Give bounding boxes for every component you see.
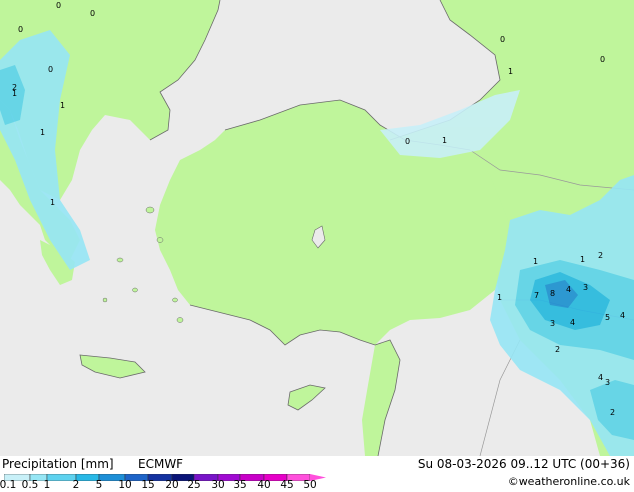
legend-tick-label: 0.1 [0,479,17,491]
value-label: 0 [56,1,61,10]
legend-tick-label: 50 [303,479,317,491]
value-label: 0 [18,25,23,34]
value-label: 1 [60,101,65,110]
value-label: 0 [600,55,605,64]
value-label: 1 [497,293,502,302]
value-label: 1 [508,67,513,76]
value-label: 4 [598,373,603,382]
model-name: ECMWF [138,457,184,471]
legend-tick-label: 45 [280,479,294,491]
legend-tick-label: 35 [233,479,247,491]
value-label: 2 [610,408,615,417]
legend-tick-label: 2 [72,479,80,491]
value-label: 2 [555,345,560,354]
legend-tick-label: 1 [43,479,51,491]
value-label: 1 [40,128,45,137]
legend-tick-label: 20 [165,479,179,491]
value-label: 4 [566,285,571,294]
valid-time: Su 08-03-2026 09..12 UTC (00+36) [417,457,630,471]
value-label: 3 [605,378,610,387]
value-label: 8 [550,289,555,298]
value-label: 7 [534,291,539,300]
value-label: 1 [50,198,55,207]
value-label: 5 [605,313,610,322]
legend-tick-label: 30 [211,479,225,491]
legend-ticks: 0.1 0.5 1 2 5 10 15 20 25 30 35 40 45 50 [0,480,634,492]
map-title: Precipitation [mm] [2,457,114,471]
value-label: 1 [442,136,447,145]
legend-tick-label: 5 [95,479,103,491]
legend-tick-label: 0.5 [21,479,39,491]
value-label: 0 [90,9,95,18]
value-label: 2 [12,83,17,92]
value-label: 1 [533,257,538,266]
legend-tick-label: 15 [141,479,155,491]
value-label: 2 [598,251,603,260]
value-label: 0 [405,137,410,146]
value-label: 4 [570,318,575,327]
legend-tick-label: 10 [118,479,132,491]
value-label: 0 [500,35,505,44]
precipitation-map: 0 0 0 0 0 0 0 1 1 1 1 1 1 1 1 1 2 2 2 2 … [0,0,634,457]
legend-tick-label: 25 [187,479,201,491]
value-label: 3 [583,283,588,292]
value-label: 0 [48,65,53,74]
legend-tick-label: 40 [257,479,271,491]
value-label: 3 [550,319,555,328]
value-label: 4 [620,311,625,320]
value-label: 1 [580,255,585,264]
